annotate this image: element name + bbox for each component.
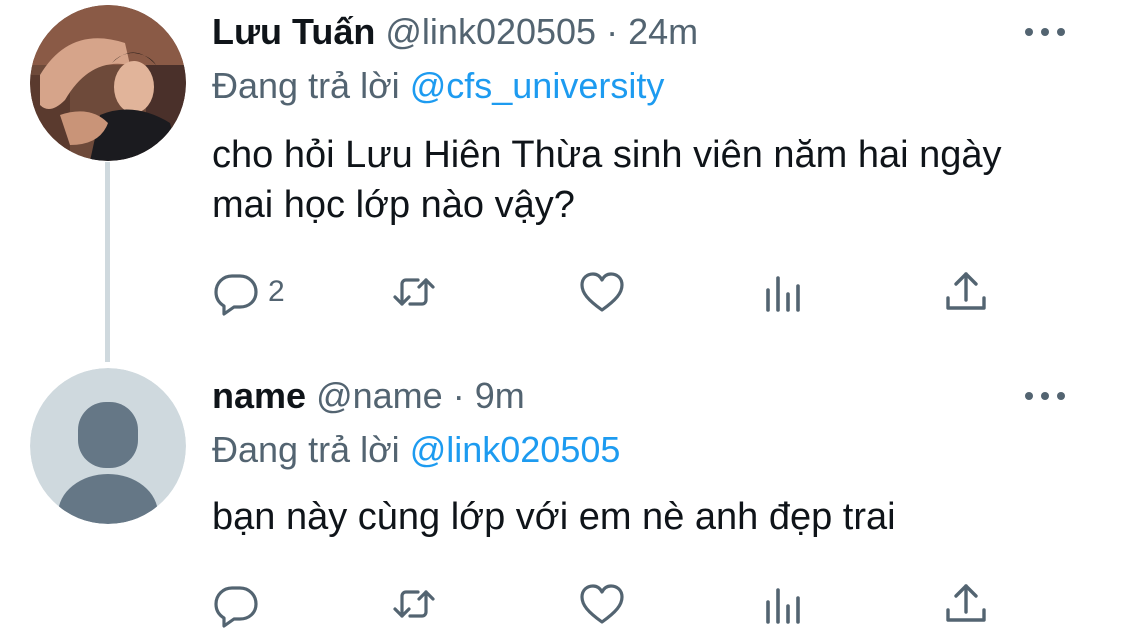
tweet-actions: 2 — [212, 268, 1012, 316]
tweet-actions — [212, 580, 1012, 628]
retweet-icon — [390, 268, 438, 316]
like-button[interactable] — [578, 580, 626, 628]
separator-dot: · — [606, 11, 619, 52]
like-button[interactable] — [578, 268, 626, 316]
replying-to-prefix: Đang trả lời — [212, 65, 400, 106]
more-options-icon[interactable] — [1025, 386, 1065, 406]
analytics-button[interactable] — [760, 580, 808, 628]
timestamp[interactable]: 24m — [628, 11, 698, 52]
replying-to: Đang trả lời @link020505 — [212, 432, 620, 468]
share-icon — [942, 268, 990, 316]
share-icon — [942, 580, 990, 628]
replying-to: Đang trả lời @cfs_university — [212, 68, 664, 104]
analytics-icon — [760, 580, 808, 628]
replying-to-prefix: Đang trả lời — [212, 429, 400, 470]
user-handle[interactable]: @name — [316, 375, 443, 416]
analytics-icon — [760, 268, 808, 316]
avatar[interactable] — [30, 5, 186, 161]
replying-to-handle[interactable]: @cfs_university — [410, 65, 665, 106]
retweet-button[interactable] — [390, 268, 438, 316]
user-handle[interactable]: @link020505 — [385, 11, 596, 52]
reply-button[interactable] — [212, 580, 268, 628]
tweet-header: name @name · 9m — [212, 378, 525, 414]
display-name[interactable]: Lưu Tuấn — [212, 11, 375, 52]
replying-to-handle[interactable]: @link020505 — [410, 429, 621, 470]
retweet-button[interactable] — [390, 580, 438, 628]
share-button[interactable] — [942, 580, 990, 628]
tweet[interactable]: Lưu Tuấn @link020505 · 24m Đang trả lời … — [0, 0, 1125, 360]
avatar[interactable] — [30, 368, 186, 524]
tweet[interactable]: name @name · 9m Đang trả lời @link020505… — [0, 362, 1125, 630]
reply-button[interactable]: 2 — [212, 268, 285, 316]
share-button[interactable] — [942, 268, 990, 316]
tweet-text: bạn này cùng lớp với em nè anh đẹp trai — [212, 496, 896, 538]
reply-count: 2 — [268, 275, 285, 308]
heart-icon — [578, 268, 626, 316]
analytics-button[interactable] — [760, 268, 808, 316]
separator-dot: · — [452, 375, 465, 416]
retweet-icon — [390, 580, 438, 628]
heart-icon — [578, 580, 626, 628]
timestamp[interactable]: 9m — [475, 375, 525, 416]
reply-icon — [212, 268, 260, 316]
more-options-icon[interactable] — [1025, 22, 1065, 42]
display-name[interactable]: name — [212, 375, 306, 416]
tweet-header: Lưu Tuấn @link020505 · 24m — [212, 14, 698, 50]
tweet-text: cho hỏi Lưu Hiên Thừa sinh viên năm hai … — [212, 134, 1002, 226]
reply-icon — [212, 580, 260, 628]
